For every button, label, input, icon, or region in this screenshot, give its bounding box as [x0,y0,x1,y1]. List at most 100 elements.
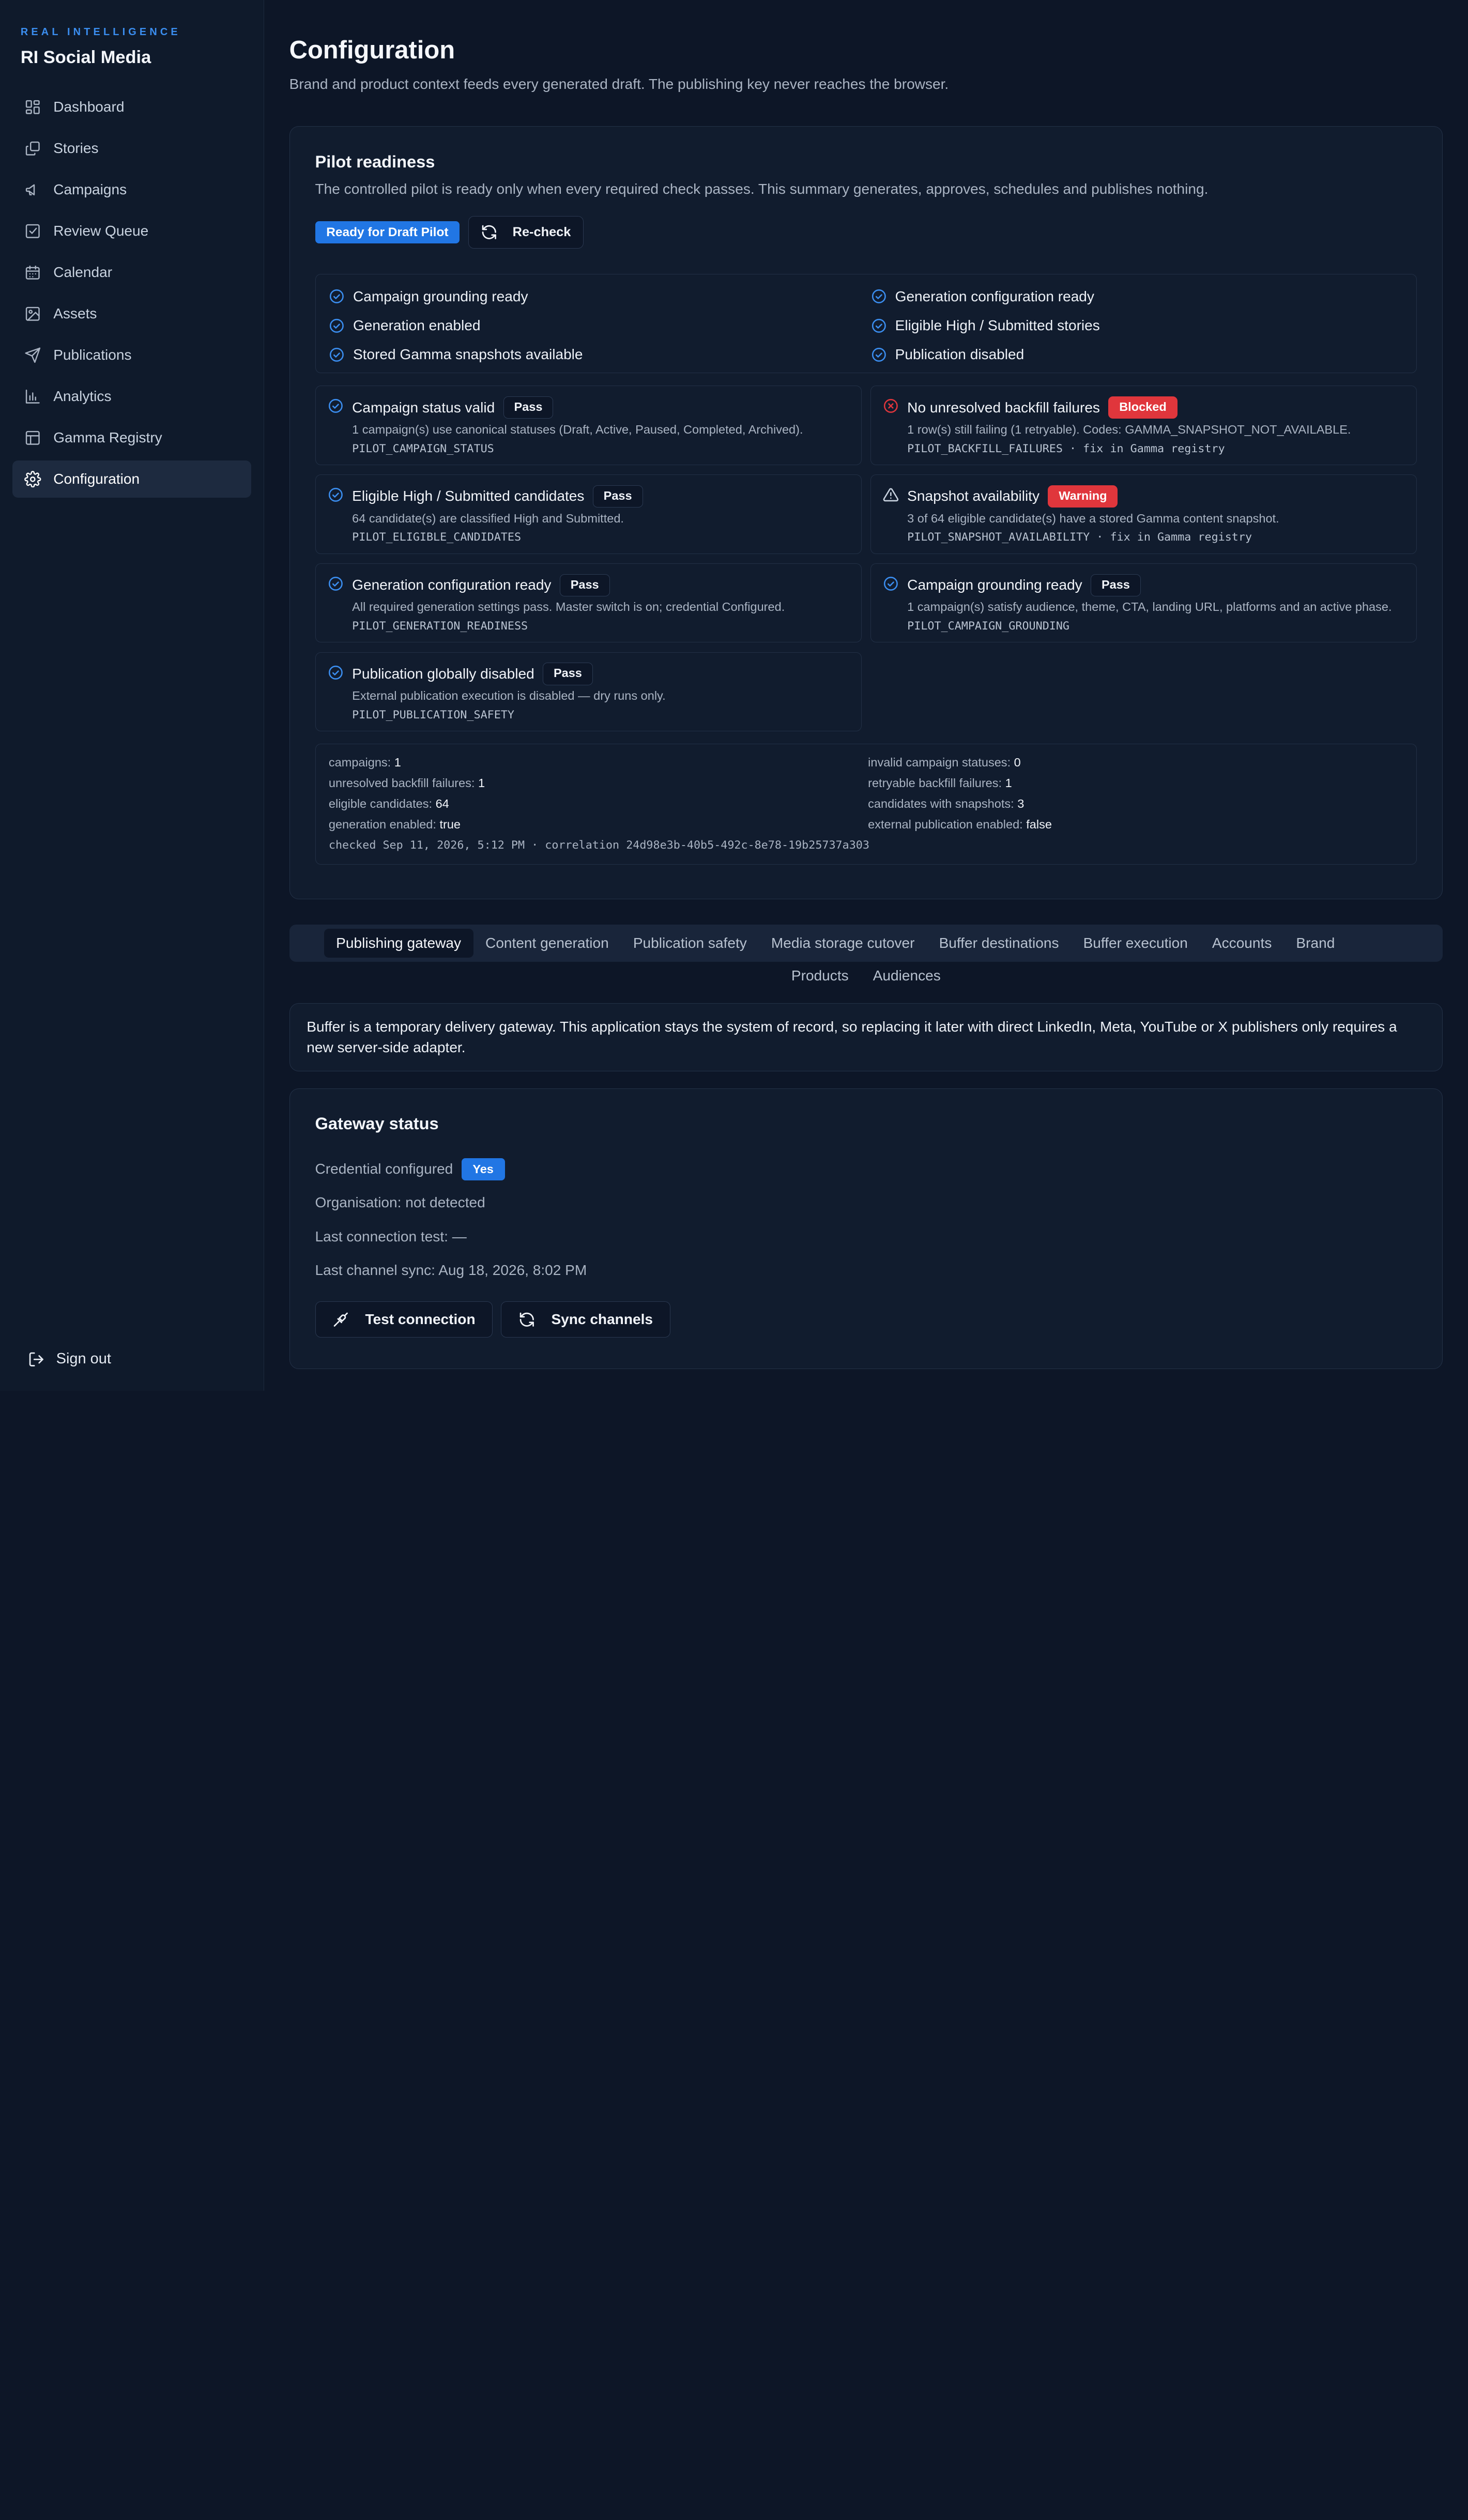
plug-icon [333,1312,348,1327]
readiness-stats: campaigns: 1 invalid campaign statuses: 0… [315,743,1417,865]
stat-label: invalid campaign statuses: [868,756,1011,770]
readiness-check: No unresolved backfill failures Blocked 1 … [870,385,1417,465]
check-code: PILOT_CAMPAIGN_STATUS [352,442,494,455]
last-test-text: Last connection test: — [315,1228,467,1244]
readiness-stat: unresolved backfill failures: 1 [329,773,868,794]
check-title: Snapshot availability [907,488,1040,504]
check-circle-icon [871,288,887,304]
tab-brand[interactable]: Brand [1284,929,1347,958]
gateway-status-card: Gateway status Credential configured Yes… [289,1088,1443,1369]
check-description: 64 candidate(s) are classified High and … [352,511,624,525]
brand-kicker: REAL INTELLIGENCE [20,26,181,38]
dashboard-icon [24,99,41,116]
sidebar-item-dashboard[interactable]: Dashboard [12,88,252,126]
sidebar-item-configuration[interactable]: Configuration [12,460,252,498]
check-circle-icon [329,347,345,363]
sidebar-item-gamma-registry[interactable]: Gamma Registry [12,419,252,456]
stat-label: generation enabled: [328,817,436,831]
refresh-icon [482,225,496,240]
sidebar-item-review-queue[interactable]: Review Queue [12,212,252,250]
check-description: 1 row(s) still failing (1 retryable). Co… [907,422,1351,436]
recheck-button[interactable]: Re-check [468,216,584,249]
tab-accounts[interactable]: Accounts [1200,929,1284,958]
readiness-stat: generation enabled: true [329,815,868,835]
check-code: PILOT_PUBLICATION_SAFETY [352,709,514,722]
sign-out-icon [28,1351,45,1368]
stat-value: 3 [1017,796,1024,810]
check-description: 3 of 64 eligible candidate(s) have a sto… [907,511,1279,525]
check-circle-icon [883,576,899,592]
sync-channels-button[interactable]: Sync channels [501,1301,670,1338]
config-tabs-row2: Products Audiences [289,962,1443,990]
summary-item: Stored Gamma snapshots available [329,340,871,369]
summary-item-label: Campaign grounding ready [353,288,528,304]
summary-item: Campaign grounding ready [329,282,871,311]
tab-publication-safety[interactable]: Publication safety [621,929,759,958]
sidebar-item-label: Analytics [53,388,112,405]
summary-item-label: Eligible High / Submitted stories [895,317,1100,333]
sidebar-nav: Dashboard Stories Campaigns Review Queue Cal… [12,88,252,498]
image-icon [24,305,41,322]
check-status-badge: Pass [503,396,554,419]
summary-item-label: Generation configuration ready [895,288,1094,304]
readiness-check: Campaign grounding ready Pass 1 campaign(s… [870,563,1417,643]
check-title: Generation configuration ready [352,577,552,593]
check-status-badge: Pass [559,574,610,597]
check-title: Publication globally disabled [352,666,534,682]
sidebar-item-label: Configuration [53,471,140,487]
tab-buffer-execution[interactable]: Buffer execution [1071,929,1200,958]
check-description: All required generation settings pass. M… [352,600,785,614]
readiness-stat: eligible candidates: 64 [329,794,868,815]
gateway-note: Buffer is a temporary delivery gateway. … [289,1003,1443,1071]
stat-label: external publication enabled: [868,817,1023,831]
credential-row: Credential configured Yes [315,1158,1417,1181]
check-circle-icon [871,318,887,334]
tab-publishing-gateway[interactable]: Publishing gateway [324,928,473,958]
table-icon [24,429,41,447]
megaphone-icon [24,181,41,198]
send-icon [24,347,41,364]
sidebar-item-label: Review Queue [53,222,149,239]
test-connection-label: Test connection [365,1311,476,1327]
readiness-subtitle: The controlled pilot is ready only when … [315,180,1209,197]
check-title: Campaign grounding ready [907,577,1082,593]
sidebar-item-publications[interactable]: Publications [12,336,252,374]
readiness-check: Generation configuration ready Pass All re… [315,563,862,643]
sidebar-item-analytics[interactable]: Analytics [12,378,252,415]
summary-item: Publication disabled [871,340,1403,369]
sidebar-item-label: Stories [53,140,99,156]
tab-content-generation[interactable]: Content generation [473,929,621,958]
summary-item: Eligible High / Submitted stories [871,311,1403,340]
sidebar-item-assets[interactable]: Assets [12,295,252,332]
page-subtitle: Brand and product context feeds every ge… [289,75,949,92]
summary-item-label: Stored Gamma snapshots available [353,346,583,363]
check-circle-icon [328,576,344,592]
sign-out-button[interactable]: Sign out [17,1348,111,1370]
readiness-stat: invalid campaign statuses: 0 [868,752,1403,773]
check-status-badge: Blocked [1108,396,1178,419]
stat-value: 1 [478,776,485,790]
check-circle-icon [329,288,345,304]
tab-buffer-destinations[interactable]: Buffer destinations [927,929,1071,958]
tab-products[interactable]: Products [779,961,861,990]
sidebar-item-label: Campaigns [53,181,127,197]
check-code: PILOT_BACKFILL_FAILURES · fix in Gamma r… [907,442,1225,455]
brand-name: RI Social Media [20,47,151,67]
pilot-readiness-card: Pilot readiness The controlled pilot is … [289,126,1443,899]
sidebar-item-label: Gamma Registry [53,429,162,446]
readiness-status-badge: Ready for Draft Pilot [315,221,460,244]
refresh-icon [519,1312,534,1327]
tab-audiences[interactable]: Audiences [861,961,953,990]
stat-label: unresolved backfill failures: [328,776,475,790]
stat-value: 64 [435,796,449,810]
sidebar-item-calendar[interactable]: Calendar [12,254,252,291]
sidebar-item-stories[interactable]: Stories [12,130,252,167]
test-connection-button[interactable]: Test connection [315,1301,493,1338]
sidebar-item-campaigns[interactable]: Campaigns [12,171,252,208]
check-code: PILOT_ELIGIBLE_CANDIDATES [352,531,522,544]
readiness-check: Publication globally disabled Pass Externa… [315,652,862,732]
sign-out-label: Sign out [56,1350,111,1367]
stat-label: candidates with snapshots: [868,796,1014,810]
readiness-check: Campaign status valid Pass 1 campaign(s) u… [315,385,862,465]
tab-media-storage-cutover[interactable]: Media storage cutover [759,929,927,958]
